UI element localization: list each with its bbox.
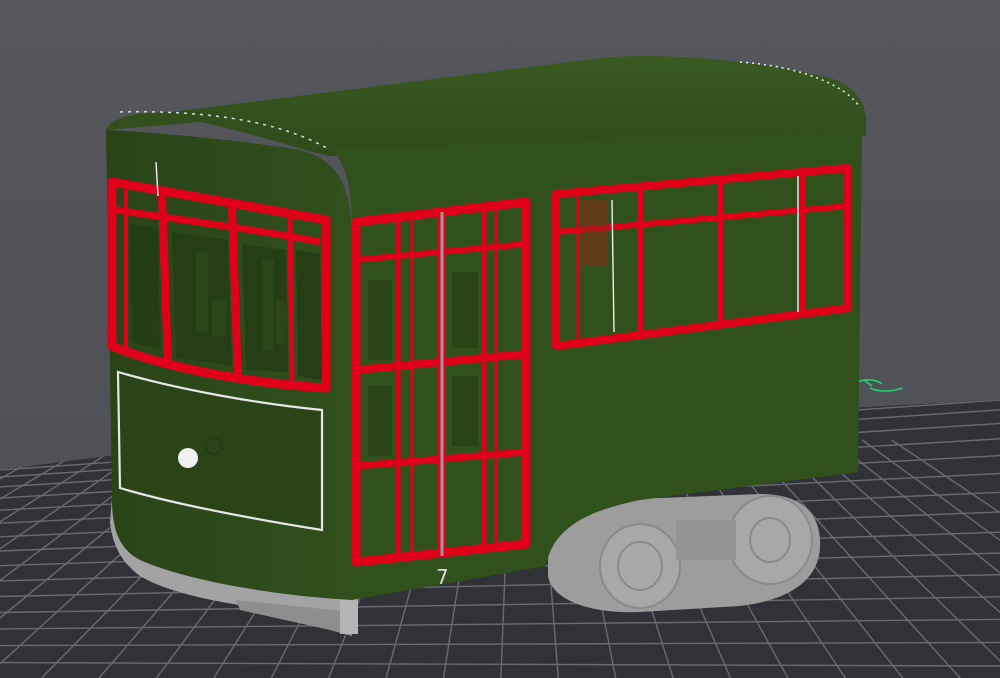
side-window-pane-tinted [582, 200, 608, 266]
wheel-right [727, 495, 813, 585]
3d-viewport[interactable]: 7 [0, 0, 1000, 678]
headlight [178, 448, 198, 468]
door-number: 7 [436, 565, 449, 589]
tram-model[interactable]: 7 [106, 56, 867, 636]
scene-svg: 7 [0, 0, 1000, 678]
wheel-left [599, 523, 681, 609]
